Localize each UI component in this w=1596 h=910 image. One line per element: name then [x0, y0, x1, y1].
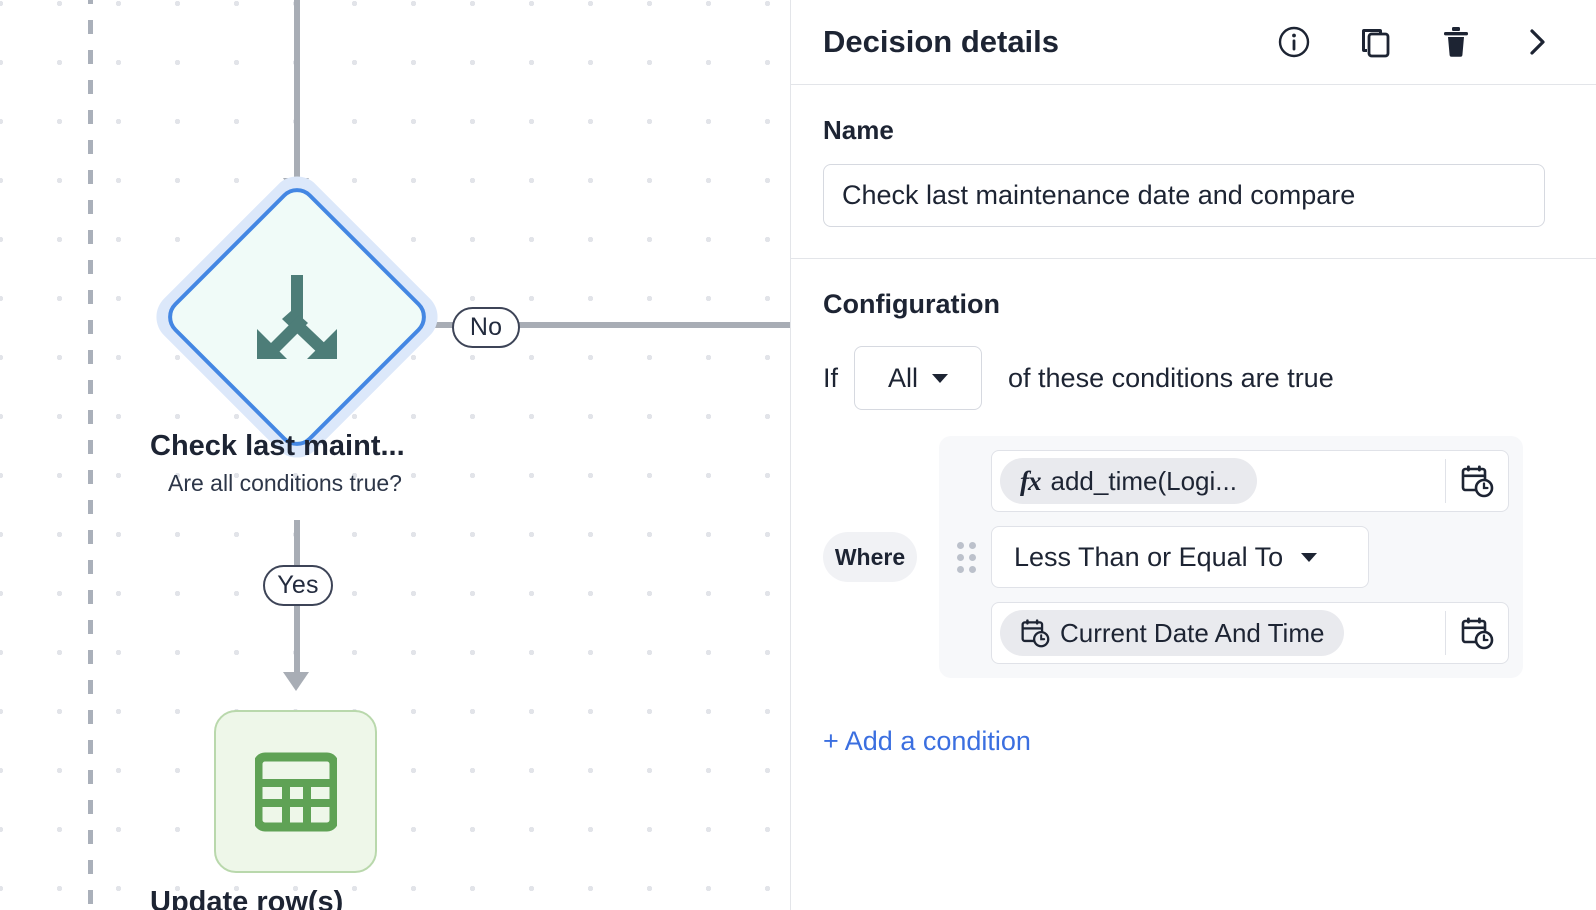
conditions-sentence-tail: of these conditions are true [1008, 362, 1334, 393]
panel-title: Decision details [823, 24, 1060, 59]
match-mode-select[interactable]: All [854, 346, 983, 410]
condition-right-operand-field[interactable]: Current Date And Time [991, 602, 1509, 664]
condition-card: fx add_time(Logi... Less Than or Equal T… [939, 436, 1523, 678]
left-operand-calendar-clock-icon[interactable] [1446, 464, 1508, 498]
add-condition-link[interactable]: + Add a condition [791, 726, 1031, 757]
if-label: If [823, 362, 839, 393]
node-update-spreadsheet[interactable] [214, 710, 377, 873]
delete-icon[interactable] [1439, 25, 1473, 59]
node-update-spreadsheet-title: Update row(s) [150, 886, 344, 910]
configuration-section: Configuration If All of these conditions… [791, 259, 1596, 678]
edge-label-no[interactable]: No [452, 307, 520, 348]
node-decision-title: Check last maint... [150, 430, 405, 462]
connector-incoming [294, 0, 300, 182]
condition-operator-value: Less Than or Equal To [1014, 541, 1284, 572]
match-mode-value: All [888, 362, 919, 393]
condition-left-operand-field[interactable]: fx add_time(Logi... [991, 450, 1509, 512]
info-icon[interactable] [1277, 25, 1311, 59]
edge-label-yes[interactable]: Yes [263, 565, 333, 606]
spreadsheet-table-icon [254, 752, 337, 831]
workflow-editor: No Check last maint... Are all condition… [0, 0, 1596, 910]
right-operand-calendar-clock-icon[interactable] [1446, 616, 1508, 650]
panel-header-actions [1277, 25, 1564, 59]
condition-group: Where fx add_time(Logi... Less Than or E… [823, 436, 1564, 678]
edge-label-yes-text: Yes [277, 571, 319, 599]
condition-prefix-where: Where [823, 532, 917, 582]
name-input[interactable] [823, 164, 1545, 227]
chevron-down-icon [1301, 552, 1318, 562]
calendar-clock-icon [1021, 619, 1050, 648]
panel-header: Decision details [791, 0, 1596, 85]
connector-yes-arrow [283, 672, 309, 691]
duplicate-icon[interactable] [1358, 25, 1392, 59]
name-label: Name [823, 115, 894, 145]
node-decision[interactable] [145, 165, 449, 469]
chevron-down-icon [932, 373, 949, 383]
name-section: Name [791, 85, 1596, 259]
edge-label-no-text: No [469, 313, 503, 341]
decision-details-panel: Decision details Name Check last mainten… [790, 0, 1596, 910]
workflow-canvas[interactable]: No Check last maint... Are all condition… [0, 0, 790, 910]
branch-split-arrows-icon [257, 275, 337, 359]
node-decision-subtitle: Are all conditions true? [168, 470, 402, 496]
condition-operator-select[interactable]: Less Than or Equal To [991, 526, 1369, 588]
collapse-panel-icon[interactable] [1520, 25, 1554, 59]
configuration-title: Configuration [823, 289, 1000, 319]
right-operand-token-text: Current Date And Time [1060, 617, 1325, 648]
left-operand-token-text: add_time(Logi... [1050, 465, 1237, 496]
canvas-guide-line [88, 0, 93, 910]
right-operand-token[interactable]: Current Date And Time [1000, 610, 1345, 656]
formula-fx-icon: fx [1020, 465, 1041, 496]
left-operand-token[interactable]: fx add_time(Logi... [1000, 458, 1257, 504]
drag-handle-icon[interactable] [955, 539, 977, 575]
match-mode-row: If All of these conditions are true [823, 346, 1564, 410]
